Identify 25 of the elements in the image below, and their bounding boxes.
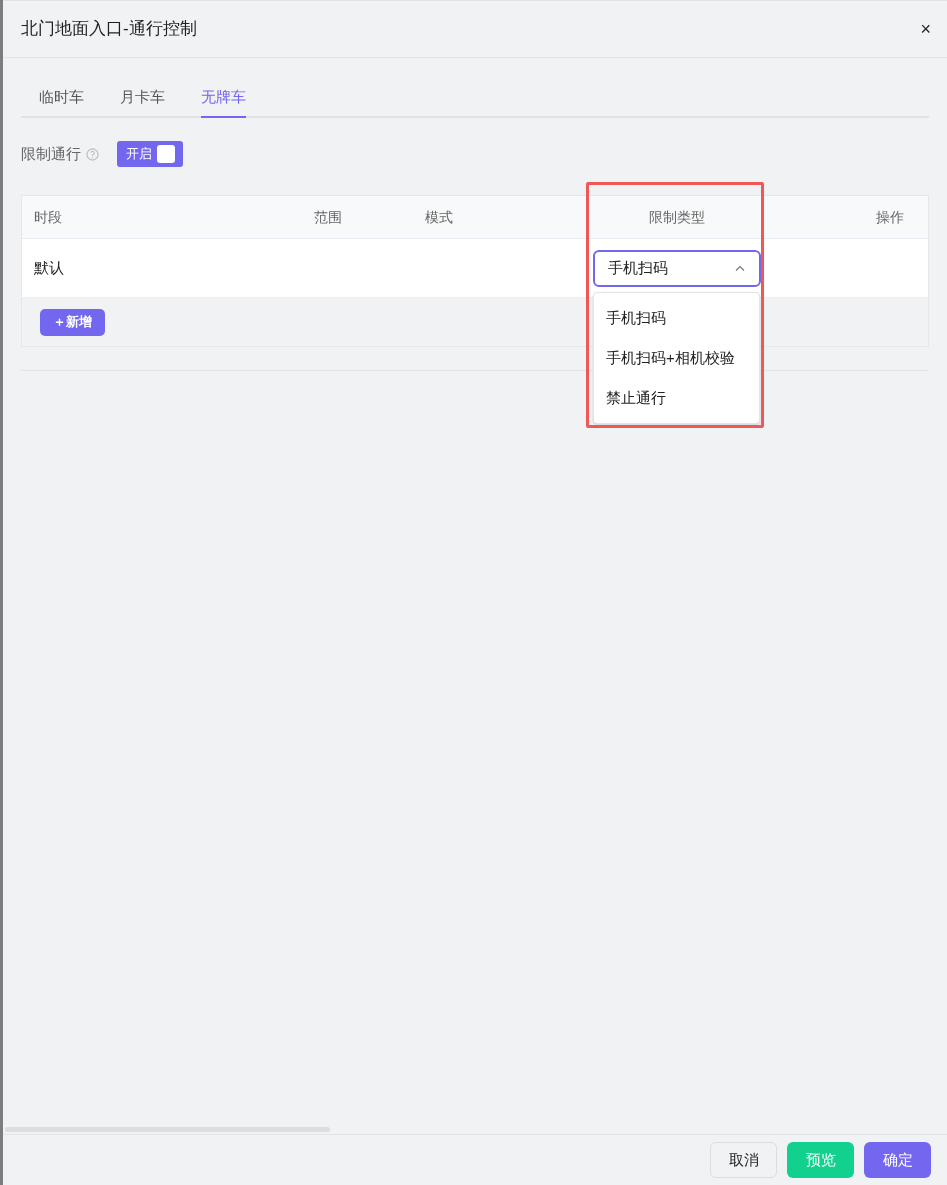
tab[interactable]: 临时车 bbox=[39, 78, 84, 118]
toggle-label: 开启 bbox=[126, 145, 152, 164]
close-button[interactable]: × bbox=[920, 20, 931, 38]
select-value: 手机扫码 bbox=[608, 257, 668, 278]
tab[interactable]: 月卡车 bbox=[120, 78, 165, 118]
dialog-title: 北门地面入口-通行控制 bbox=[21, 18, 197, 41]
dropdown-option[interactable]: 手机扫码 bbox=[594, 298, 759, 338]
cancel-button[interactable]: 取消 bbox=[710, 1142, 777, 1178]
restriction-label: 限制通行 bbox=[21, 143, 81, 164]
column-header: 范围 bbox=[314, 207, 343, 227]
chevron-up-icon bbox=[735, 265, 745, 271]
tab[interactable]: 无牌车 bbox=[201, 78, 246, 118]
limit-type-select[interactable]: 手机扫码 bbox=[593, 249, 761, 287]
confirm-button[interactable]: 确定 bbox=[864, 1142, 931, 1178]
toggle-switch[interactable]: 开启 bbox=[117, 141, 183, 167]
add-button[interactable]: ＋新增 bbox=[40, 308, 105, 336]
column-header: 模式 bbox=[424, 207, 454, 227]
toggle-knob bbox=[157, 145, 175, 163]
column-header: 操作 bbox=[875, 207, 905, 227]
dropdown-option[interactable]: 手机扫码+相机校验 bbox=[594, 338, 759, 378]
column-header: 时段 bbox=[33, 207, 63, 227]
table-cell-text: 默认 bbox=[33, 257, 65, 278]
help-icon bbox=[86, 147, 99, 161]
column-header: 限制类型 bbox=[648, 207, 706, 227]
dropdown-option[interactable]: 禁止通行 bbox=[594, 378, 759, 418]
